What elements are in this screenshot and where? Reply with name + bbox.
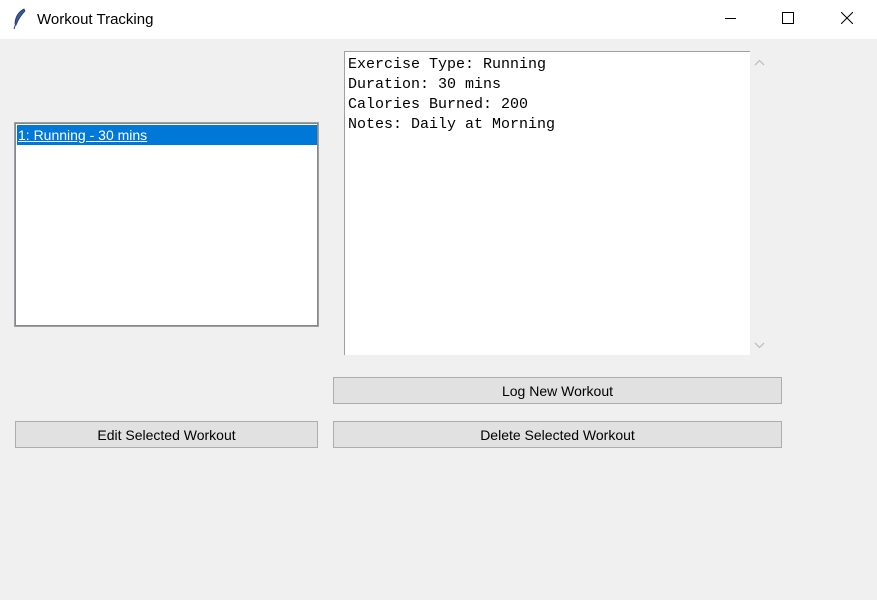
minimize-button[interactable] bbox=[701, 0, 759, 39]
details-scrollbar[interactable] bbox=[750, 51, 769, 355]
feather-icon bbox=[12, 8, 28, 30]
edit-selected-workout-button[interactable]: Edit Selected Workout bbox=[15, 421, 318, 448]
workout-details-text[interactable]: Exercise Type: Running Duration: 30 mins… bbox=[344, 51, 750, 355]
log-new-workout-button[interactable]: Log New Workout bbox=[333, 377, 782, 404]
minimize-icon bbox=[724, 11, 736, 29]
delete-selected-workout-button[interactable]: Delete Selected Workout bbox=[333, 421, 782, 448]
workouts-listbox[interactable]: 1: Running - 30 mins bbox=[14, 122, 319, 327]
list-item[interactable]: 1: Running - 30 mins bbox=[17, 125, 317, 145]
details-exercise-type: Exercise Type: Running bbox=[348, 56, 547, 73]
close-icon bbox=[840, 11, 854, 29]
maximize-button[interactable] bbox=[759, 0, 817, 39]
app-window: Workout Tracking 1: Running - 30 mins Ex… bbox=[0, 0, 877, 600]
scroll-down-icon[interactable] bbox=[753, 339, 766, 352]
maximize-icon bbox=[782, 11, 794, 29]
details-calories: Calories Burned: 200 bbox=[348, 96, 529, 113]
details-notes: Notes: Daily at Morning bbox=[348, 116, 556, 133]
close-button[interactable] bbox=[818, 0, 876, 39]
scroll-up-icon[interactable] bbox=[753, 56, 766, 69]
details-duration: Duration: 30 mins bbox=[348, 76, 502, 93]
title-bar[interactable]: Workout Tracking bbox=[0, 0, 877, 39]
window-title: Workout Tracking bbox=[37, 11, 154, 28]
